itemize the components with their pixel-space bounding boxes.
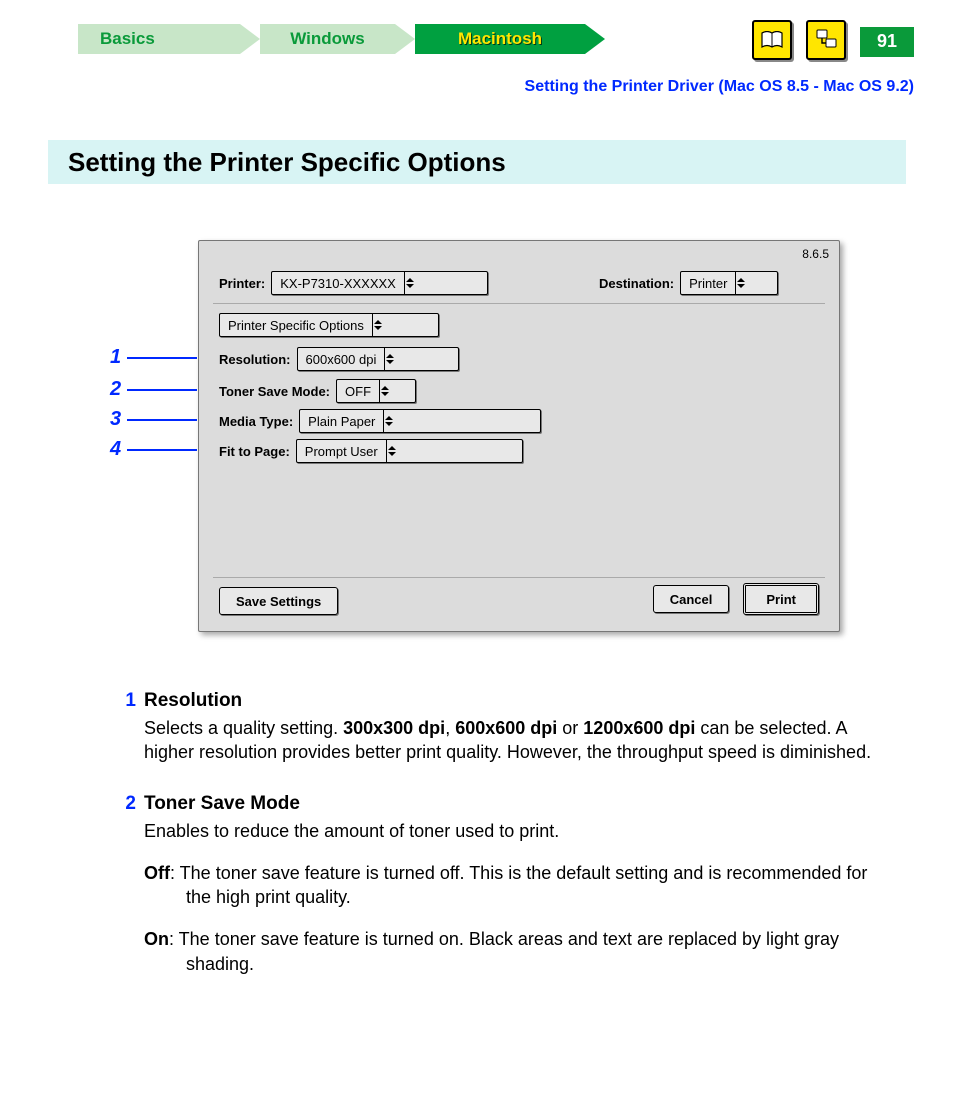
printer-label: Printer: (219, 276, 265, 291)
print-button[interactable]: Print (743, 583, 819, 615)
page-title-band: Setting the Printer Specific Options (48, 140, 906, 184)
desc-num-2: 2 (100, 793, 144, 994)
printer-select[interactable]: KX-P7310-XXXXXX (271, 271, 488, 295)
description-list: 1 Resolution Selects a quality setting. … (100, 690, 894, 1022)
desc-title-resolution: Resolution (144, 690, 894, 712)
callout-2: 2 (110, 378, 121, 401)
media-label: Media Type: (219, 414, 293, 429)
save-settings-button[interactable]: Save Settings (219, 587, 338, 615)
fit-label: Fit to Page: (219, 444, 290, 459)
tab-windows[interactable]: Windows (260, 24, 395, 54)
toner-select[interactable]: OFF (336, 379, 416, 403)
media-select[interactable]: Plain Paper (299, 409, 541, 433)
desc-num-1: 1 (100, 690, 144, 765)
callout-1: 1 (110, 346, 121, 369)
panel-category-select[interactable]: Printer Specific Options (219, 313, 439, 337)
destination-label: Destination: (599, 276, 674, 291)
callout-3: 3 (110, 408, 121, 431)
dialog-version: 8.6.5 (802, 247, 829, 261)
network-icon[interactable] (806, 20, 846, 60)
resolution-select[interactable]: 600x600 dpi (297, 347, 459, 371)
dialog-printer-options: 8.6.5 Printer: KX-P7310-XXXXXX Destinati… (198, 240, 840, 632)
toner-label: Toner Save Mode: (219, 384, 330, 399)
resolution-label: Resolution: (219, 352, 291, 367)
page-title: Setting the Printer Specific Options (68, 147, 506, 178)
fit-select[interactable]: Prompt User (296, 439, 523, 463)
desc-title-toner: Toner Save Mode (144, 793, 894, 815)
breadcrumb[interactable]: Setting the Printer Driver (Mac OS 8.5 -… (525, 78, 914, 96)
tab-macintosh[interactable]: MacintoshMacintosh (415, 24, 585, 54)
tab-basics[interactable]: Basics (78, 24, 240, 54)
page-number: 91 (860, 27, 914, 57)
cancel-button[interactable]: Cancel (653, 585, 730, 613)
desc-body-toner: Enables to reduce the amount of toner us… (144, 819, 894, 976)
callout-4: 4 (110, 438, 121, 461)
book-icon[interactable] (752, 20, 792, 60)
destination-select[interactable]: Printer (680, 271, 778, 295)
desc-body-resolution: Selects a quality setting. 300x300 dpi, … (144, 716, 894, 765)
